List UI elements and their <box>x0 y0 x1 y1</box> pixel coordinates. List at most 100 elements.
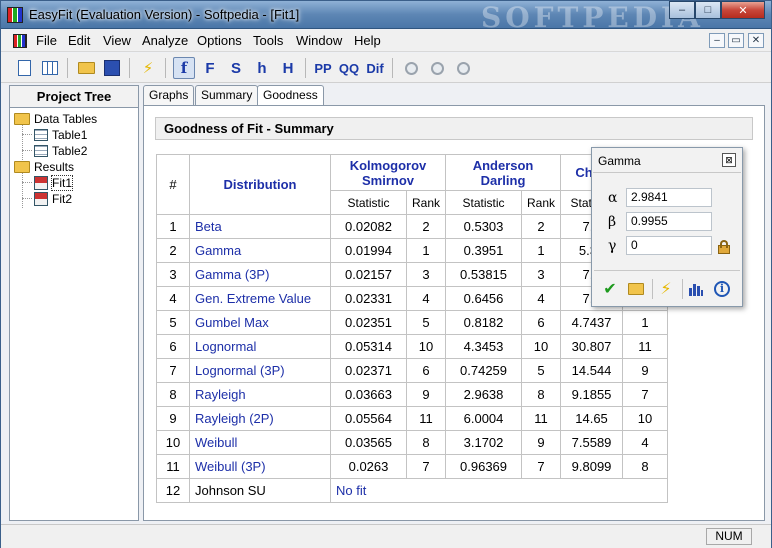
beta-label: β <box>608 213 617 230</box>
difference-button[interactable]: Dif <box>364 57 386 79</box>
new-document-icon <box>17 60 31 76</box>
lock-icon[interactable] <box>716 239 732 255</box>
zoom-reset-icon <box>456 61 470 75</box>
table-row[interactable]: 9 Rayleigh (2P) 0.05564 11 6.0004 11 14.65 10 <box>156 406 669 431</box>
fit-button[interactable]: ⚡ <box>137 57 159 79</box>
zoom-in-icon <box>404 61 418 75</box>
new-button[interactable] <box>13 57 35 79</box>
sub-stat-ad: Statistic <box>445 190 523 215</box>
hazard-button[interactable]: h <box>251 57 273 79</box>
beta-input[interactable]: 0.9955 <box>626 212 712 231</box>
lightning-icon: ⚡ <box>142 60 154 77</box>
cdf-button[interactable]: F <box>199 57 221 79</box>
popup-close-button[interactable]: ⊠ <box>722 153 736 167</box>
maximize-button[interactable]: □ <box>695 1 721 19</box>
open-params-button[interactable] <box>626 279 646 299</box>
toolbar: ⚡ f F S h H PP QQ Dif <box>1 53 771 83</box>
tree-fit1[interactable]: Fit1 <box>34 175 74 191</box>
menu-tools[interactable]: Tools <box>253 33 283 48</box>
project-tree-panel: Project Tree Data Tables Table1 Table2 R… <box>9 85 139 521</box>
summary-title: Goodness of Fit - Summary <box>155 117 753 140</box>
qq-plot-button[interactable]: QQ <box>338 57 360 79</box>
status-bar: NUM <box>1 524 771 548</box>
pp-plot-button[interactable]: PP <box>312 57 334 79</box>
table-row[interactable]: 7 Lognormal (3P) 0.02371 6 0.74259 5 14.544 9 <box>156 358 669 383</box>
table-icon <box>34 129 48 141</box>
gamma-input[interactable]: 0 <box>626 236 712 255</box>
menu-file[interactable]: File <box>36 33 57 48</box>
popup-title: Gamma <box>598 154 641 168</box>
mdi-close-button[interactable]: ✕ <box>748 33 764 48</box>
alpha-input[interactable]: 2.9841 <box>626 188 712 207</box>
gamma-parameters-popup: Gamma ⊠ α 2.9841 β 0.9955 γ0 ✔ ⚡ i <box>591 147 743 307</box>
table-row[interactable]: 6 Lognormal 0.05314 10 4.3453 10 30.807 11 <box>156 334 669 359</box>
tab-summary[interactable]: Summary <box>195 85 259 105</box>
open-folder-icon <box>77 62 95 74</box>
title-bar: EasyFit (Evaluation Version) - Softpedia… <box>1 1 771 34</box>
zoom-out-button[interactable] <box>426 57 448 79</box>
table-row[interactable]: 5 Gumbel Max 0.02351 5 0.8182 6 4.7437 1 <box>156 310 669 335</box>
window-title: EasyFit (Evaluation Version) - Softpedia… <box>29 7 300 22</box>
menu-help[interactable]: Help <box>354 33 381 48</box>
tree-data-tables[interactable]: Data Tables <box>14 112 97 126</box>
menu-bar: File Edit View Analyze Options Tools Win… <box>1 30 771 52</box>
minimize-button[interactable]: – <box>669 1 695 19</box>
zoom-in-button[interactable] <box>400 57 422 79</box>
fit-result-icon <box>34 192 48 206</box>
tab-graphs[interactable]: Graphs <box>143 85 195 105</box>
save-button[interactable] <box>101 57 123 79</box>
menu-options[interactable]: Options <box>197 33 242 48</box>
tree-table1[interactable]: Table1 <box>34 128 87 142</box>
main-window: EasyFit (Evaluation Version) - Softpedia… <box>0 0 772 548</box>
histogram-button[interactable] <box>686 279 706 299</box>
fit-result-icon <box>34 176 48 190</box>
mdi-restore-button[interactable]: ▭ <box>728 33 744 48</box>
tree-fit2[interactable]: Fit2 <box>34 192 72 206</box>
histogram-icon <box>689 284 703 296</box>
col-header-distribution: Distribution <box>189 154 331 215</box>
menu-edit[interactable]: Edit <box>68 33 90 48</box>
close-button[interactable]: ✕ <box>721 1 765 19</box>
open-button[interactable] <box>75 57 97 79</box>
table-row[interactable]: 10 Weibull 0.03565 8 3.1702 9 7.5589 4 <box>156 430 669 455</box>
table-row[interactable]: 12 Johnson SU No fit <box>156 478 669 503</box>
tree-table2[interactable]: Table2 <box>34 144 87 158</box>
menu-analyze[interactable]: Analyze <box>142 33 188 48</box>
table-row[interactable]: 11 Weibull (3P) 0.0263 7 0.96369 7 9.8099 8 <box>156 454 669 479</box>
table-row[interactable]: 8 Rayleigh 0.03663 9 2.9638 8 9.1855 7 <box>156 382 669 407</box>
folder-icon <box>14 161 30 173</box>
apply-button[interactable]: ✔ <box>600 279 620 299</box>
sub-stat-ks: Statistic <box>330 190 407 215</box>
info-button[interactable]: i <box>712 279 732 299</box>
checkmark-icon: ✔ <box>603 281 617 298</box>
project-tree-header: Project Tree <box>10 86 138 108</box>
menu-view[interactable]: View <box>103 33 131 48</box>
num-lock-indicator: NUM <box>706 528 752 545</box>
open-folder-icon <box>628 283 644 295</box>
mdi-minimize-button[interactable]: – <box>709 33 725 48</box>
popup-toolbar: ✔ ⚡ i <box>594 270 740 304</box>
menu-window[interactable]: Window <box>296 33 342 48</box>
tab-goodness-of-fit[interactable]: Goodness of Fit <box>257 85 324 121</box>
sub-rank-ad: Rank <box>521 190 562 215</box>
cumulative-hazard-button[interactable]: H <box>277 57 299 79</box>
document-icon[interactable] <box>13 34 27 48</box>
tree-results[interactable]: Results <box>14 160 74 174</box>
pdf-button[interactable]: f <box>173 57 195 79</box>
alpha-label: α <box>608 189 618 206</box>
save-disk-icon <box>104 60 120 76</box>
table-icon <box>42 61 58 75</box>
table-icon <box>34 145 48 157</box>
fit-params-button[interactable]: ⚡ <box>656 279 676 299</box>
sub-rank-ks: Rank <box>405 190 447 215</box>
lightning-icon: ⚡ <box>660 281 672 298</box>
col-header-ad: Anderson Darling <box>445 154 562 191</box>
gamma-label: γ <box>608 237 617 254</box>
zoom-reset-button[interactable] <box>452 57 474 79</box>
col-header-ks: Kolmogorov Smirnov <box>329 154 447 191</box>
table-button[interactable] <box>39 57 61 79</box>
survival-button[interactable]: S <box>225 57 247 79</box>
no-fit-label: No fit <box>329 478 669 503</box>
col-header-number: # <box>156 154 190 215</box>
info-icon: i <box>714 281 730 297</box>
